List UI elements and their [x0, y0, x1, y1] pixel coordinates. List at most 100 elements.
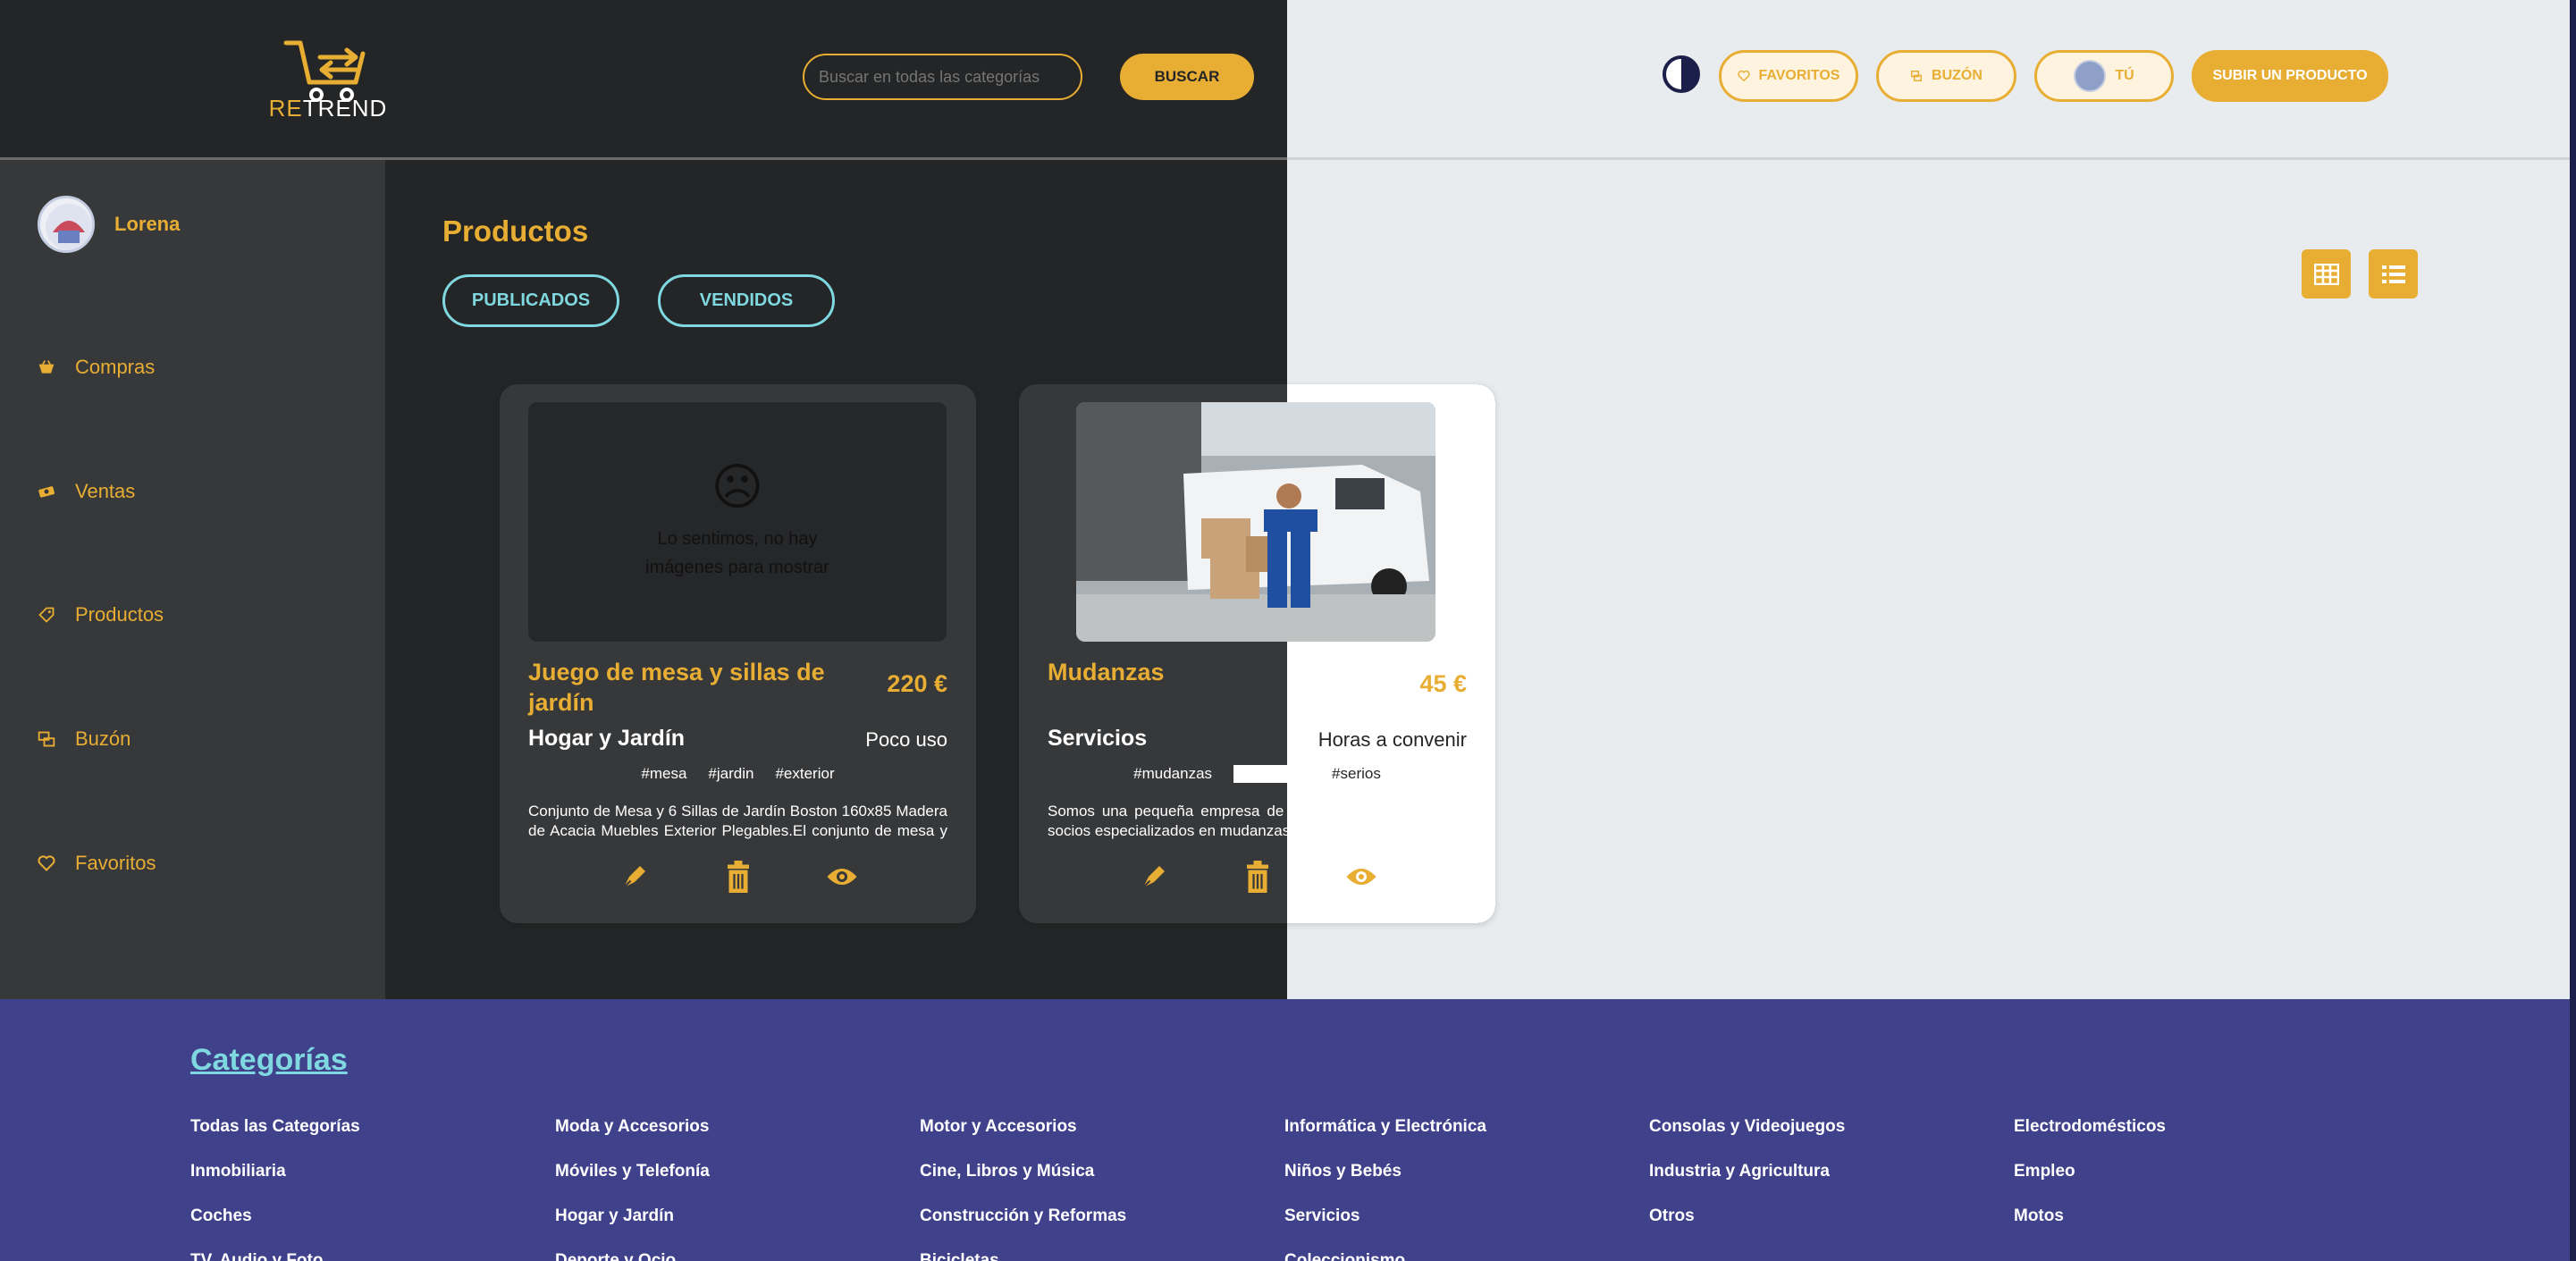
inbox-label: BUZÓN: [1932, 68, 1983, 83]
sad-face-icon: ☹: [711, 458, 764, 515]
edit-pen-icon[interactable]: [1138, 861, 1170, 893]
edit-pen-icon[interactable]: [619, 861, 651, 893]
category-link[interactable]: Hogar y Jardín: [555, 1194, 710, 1239]
footer-column: Todas las Categorías Inmobiliaria Coches…: [190, 1105, 360, 1261]
product-tags: #mudanzas #Barcelona #serios: [1019, 765, 1495, 783]
product-description: Conjunto de Mesa y 6 Sillas de Jardín Bo…: [528, 803, 947, 839]
product-tag[interactable]: #exterior: [775, 765, 834, 783]
tab-vendidos[interactable]: VENDIDOS: [658, 274, 835, 327]
search-button[interactable]: BUSCAR: [1120, 54, 1254, 100]
category-link[interactable]: Deporte y Ocio: [555, 1239, 710, 1261]
logo-text-trend: TREND: [302, 95, 388, 122]
product-title: Juego de mesa y sillas de jardín: [528, 659, 825, 716]
category-link[interactable]: Coleccionismo: [1284, 1239, 1486, 1261]
sidebar-item-label: Buzón: [75, 727, 131, 750]
category-link[interactable]: Niños y Bebés: [1284, 1149, 1486, 1194]
theme-toggle-icon[interactable]: [1663, 55, 1700, 93]
product-actions: [500, 861, 976, 893]
product-condition: Poco uso: [865, 728, 947, 751]
product-card[interactable]: Mudanzas 45 € Servicios Horas a convenir…: [1019, 384, 1495, 923]
search-input[interactable]: [803, 54, 1082, 100]
grid-view-button[interactable]: [2302, 249, 2351, 298]
category-link[interactable]: Empleo: [2014, 1149, 2166, 1194]
category-link[interactable]: Motor y Accesorios: [920, 1105, 1126, 1149]
trash-icon[interactable]: [722, 861, 754, 893]
footer-column: Motor y Accesorios Cine, Libros y Música…: [920, 1105, 1126, 1261]
product-tag[interactable]: #serios: [1332, 765, 1381, 783]
list-icon: [2381, 265, 2405, 283]
tab-publicados[interactable]: PUBLICADOS: [442, 274, 619, 327]
favorites-label: FAVORITOS: [1758, 68, 1840, 83]
basket-icon: [38, 360, 55, 374]
message-icon: [1911, 71, 1923, 81]
tag-icon: [38, 607, 55, 623]
sidebar-item-label: Favoritos: [75, 852, 156, 874]
eye-icon[interactable]: [1345, 861, 1377, 893]
message-icon: [38, 731, 55, 747]
no-image-placeholder: ☹ Lo sentimos, no hay imágenes para mostr…: [528, 402, 947, 642]
trash-icon[interactable]: [1242, 861, 1274, 893]
moving-van-image-icon: [1076, 402, 1435, 642]
inbox-button[interactable]: BUZÓN: [1876, 50, 2016, 102]
category-link[interactable]: Consolas y Videojuegos: [1649, 1105, 1845, 1149]
profile-label: TÚ: [2115, 68, 2134, 83]
money-icon: [38, 486, 55, 498]
username: Lorena: [114, 213, 181, 235]
heart-icon: [1737, 70, 1750, 82]
profile-button[interactable]: TÚ: [2034, 50, 2174, 102]
category-link[interactable]: Todas las Categorías: [190, 1105, 360, 1149]
product-category: Servicios: [1048, 726, 1148, 751]
upload-product-button[interactable]: SUBIR UN PRODUCTO: [2192, 50, 2388, 102]
category-link[interactable]: Otros: [1649, 1194, 1845, 1239]
sidebar-item-label: Compras: [75, 356, 156, 378]
product-tags: #mesa #jardin #exterior: [500, 765, 976, 783]
sidebar-item-compras[interactable]: Compras: [38, 356, 155, 379]
category-link[interactable]: Servicios: [1284, 1194, 1486, 1239]
no-image-message: Lo sentimos, no hay imágenes para mostrar: [645, 529, 829, 577]
sidebar-item-buzon[interactable]: Buzón: [38, 727, 130, 751]
category-link[interactable]: Industria y Agricultura: [1649, 1149, 1845, 1194]
product-actions: [1019, 861, 1495, 893]
category-link[interactable]: Bicicletas: [920, 1239, 1126, 1261]
sidebar-item-productos[interactable]: Productos: [38, 603, 164, 626]
product-tag[interactable]: #Barcelona: [1233, 765, 1311, 783]
product-description: Somos una pequeña empresa de Barcelona f…: [1048, 803, 1467, 839]
footer-column: Informática y Electrónica Niños y Bebés …: [1284, 1105, 1486, 1261]
category-link[interactable]: TV, Audio y Foto: [190, 1239, 360, 1261]
category-link[interactable]: Motos: [2014, 1194, 2166, 1239]
list-view-button[interactable]: [2369, 249, 2418, 298]
footer-column: Electrodomésticos Empleo Motos: [2014, 1105, 2166, 1239]
footer-column: Consolas y Videojuegos Industria y Agric…: [1649, 1105, 1845, 1239]
footer-title[interactable]: Categorías: [190, 1043, 348, 1078]
category-link[interactable]: Informática y Electrónica: [1284, 1105, 1486, 1149]
eye-icon[interactable]: [826, 861, 858, 893]
sidebar-item-label: Productos: [75, 603, 164, 626]
product-price: 45 €: [1419, 670, 1467, 697]
avatar: [2074, 60, 2107, 92]
product-photo: [1076, 402, 1435, 642]
favorites-button[interactable]: FAVORITOS: [1719, 50, 1858, 102]
user-avatar[interactable]: [38, 196, 95, 253]
window-edge: [2570, 0, 2576, 1261]
category-link[interactable]: Inmobiliaria: [190, 1149, 360, 1194]
product-card[interactable]: ☹ Lo sentimos, no hay imágenes para mostr…: [500, 384, 976, 923]
category-link[interactable]: Móviles y Telefonía: [555, 1149, 710, 1194]
sidebar-item-label: Ventas: [75, 480, 136, 502]
grid-icon: [2313, 263, 2339, 285]
sidebar-item-ventas[interactable]: Ventas: [38, 480, 135, 503]
product-price: 220 €: [887, 670, 947, 697]
product-title: Mudanzas: [1048, 659, 1165, 685]
product-condition: Horas a convenir: [1317, 728, 1467, 751]
product-tag[interactable]: #mudanzas: [1133, 765, 1212, 783]
page-title: Productos: [442, 214, 589, 248]
category-link[interactable]: Coches: [190, 1194, 360, 1239]
logo-text-re: RE: [268, 95, 303, 122]
category-link[interactable]: Construcción y Reformas: [920, 1194, 1126, 1239]
product-tag[interactable]: #mesa: [641, 765, 686, 783]
category-link[interactable]: Moda y Accesorios: [555, 1105, 710, 1149]
category-link[interactable]: Electrodomésticos: [2014, 1105, 2166, 1149]
sidebar-item-favoritos[interactable]: Favoritos: [38, 852, 156, 875]
logo-text[interactable]: RETREND: [266, 95, 390, 122]
category-link[interactable]: Cine, Libros y Música: [920, 1149, 1126, 1194]
product-tag[interactable]: #jardin: [708, 765, 753, 783]
